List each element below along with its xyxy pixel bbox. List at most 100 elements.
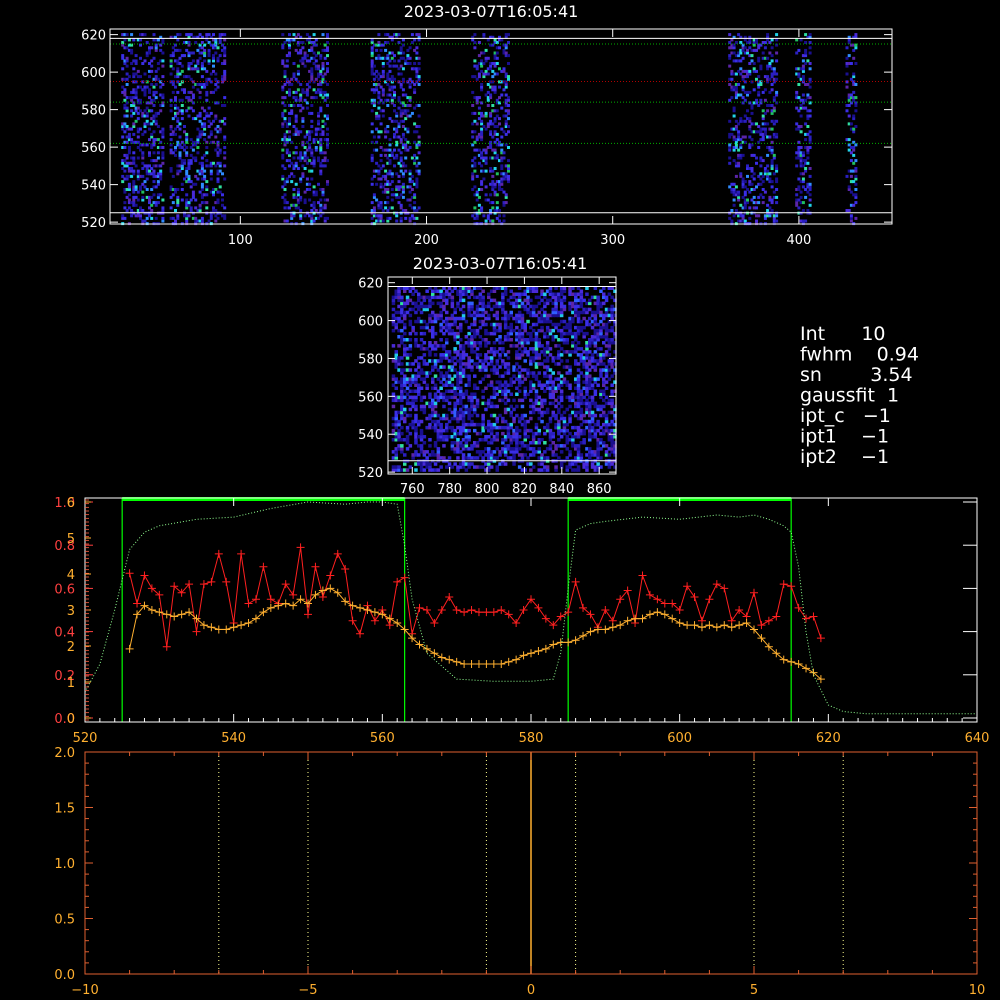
image-pixel: [171, 216, 175, 220]
image-pixel: [507, 96, 510, 100]
image-pixel: [185, 216, 189, 220]
image-pixel: [384, 177, 388, 181]
image-pixel: [461, 419, 466, 424]
image-pixel: [326, 83, 329, 86]
image-pixel: [503, 401, 508, 406]
image-pixel: [203, 51, 207, 55]
image-pixel: [763, 111, 767, 115]
image-pixel: [377, 83, 381, 86]
image-pixel: [417, 33, 421, 37]
image-pixel: [196, 138, 200, 142]
image-pixel: [475, 138, 479, 142]
image-pixel: [493, 190, 497, 194]
image-pixel: [180, 98, 184, 102]
image-pixel: [189, 77, 193, 81]
image-pixel: [145, 114, 149, 118]
image-pixel: [312, 219, 316, 223]
image-pixel: [169, 125, 173, 128]
image-pixel: [130, 214, 134, 218]
image-pixel: [433, 341, 438, 345]
image-pixel: [797, 177, 801, 181]
image-pixel: [176, 188, 180, 191]
image-pixel: [531, 307, 536, 312]
image-pixel: [526, 444, 530, 448]
image-pixel: [478, 344, 483, 348]
image-pixel: [447, 456, 452, 460]
image-pixel: [419, 368, 424, 372]
image-pixel: [467, 410, 471, 415]
image-pixel: [321, 96, 325, 100]
image-pixel: [301, 46, 305, 50]
image-pixel: [299, 209, 303, 212]
image-pixel: [484, 353, 488, 357]
image-pixel: [395, 156, 399, 160]
image-pixel: [433, 286, 438, 290]
image-pixel: [194, 216, 198, 220]
image-pixel: [203, 122, 207, 126]
image-pixel: [381, 219, 385, 223]
image-pixel: [303, 153, 307, 157]
image-pixel: [498, 185, 501, 189]
image-pixel: [447, 462, 452, 466]
image-pixel: [526, 456, 530, 460]
image-pixel: [405, 295, 410, 300]
image-pixel: [377, 169, 381, 173]
image-pixel: [801, 185, 805, 189]
image-pixel: [191, 59, 195, 63]
image-pixel: [551, 435, 555, 439]
image-pixel: [321, 75, 325, 79]
image-pixel: [523, 422, 527, 427]
image-pixel: [515, 325, 519, 330]
image-pixel: [526, 319, 530, 324]
image-pixel: [477, 54, 481, 58]
image-pixel: [545, 325, 550, 330]
image-pixel: [797, 198, 801, 202]
image-pixel: [480, 132, 484, 136]
image-pixel: [414, 416, 418, 421]
image-pixel: [145, 119, 149, 123]
image-pixel: [223, 75, 227, 79]
image-pixel: [775, 119, 779, 123]
image-pixel: [121, 85, 125, 89]
image-pixel: [419, 419, 424, 424]
image-pixel: [406, 148, 410, 152]
image-pixel: [772, 216, 776, 220]
image-pixel: [401, 190, 405, 194]
image-pixel: [568, 450, 572, 454]
image-pixel: [470, 447, 474, 451]
image-pixel: [301, 117, 305, 121]
image-pixel: [761, 201, 765, 205]
image-pixel: [391, 298, 396, 303]
image-pixel: [178, 62, 182, 65]
image-pixel: [125, 72, 129, 76]
image-pixel: [141, 111, 145, 115]
image-pixel: [517, 328, 522, 333]
image-pixel: [461, 453, 466, 457]
image-pixel: [125, 64, 129, 68]
image-pixel: [205, 188, 209, 191]
image-pixel: [132, 151, 136, 155]
image-pixel: [417, 114, 421, 118]
image-pixel: [205, 193, 209, 197]
image-pixel: [806, 132, 810, 136]
image-pixel: [559, 404, 564, 409]
image-pixel: [319, 56, 323, 60]
image-pixel: [574, 344, 578, 348]
image-pixel: [445, 398, 449, 403]
image-pixel: [403, 407, 407, 412]
image-pixel: [415, 209, 419, 212]
image-pixel: [200, 106, 204, 110]
image-pixel: [414, 413, 418, 418]
image-pixel: [130, 114, 134, 118]
image-pixel: [442, 286, 446, 290]
image-pixel: [554, 389, 558, 393]
image-pixel: [495, 359, 499, 363]
image-pixel: [326, 54, 329, 58]
image-pixel: [400, 413, 404, 418]
image-pixel: [143, 109, 147, 113]
image-pixel: [531, 359, 536, 363]
image-pixel: [565, 380, 569, 384]
image-pixel: [770, 59, 774, 63]
image-pixel: [484, 407, 488, 412]
image-pixel: [283, 188, 287, 191]
